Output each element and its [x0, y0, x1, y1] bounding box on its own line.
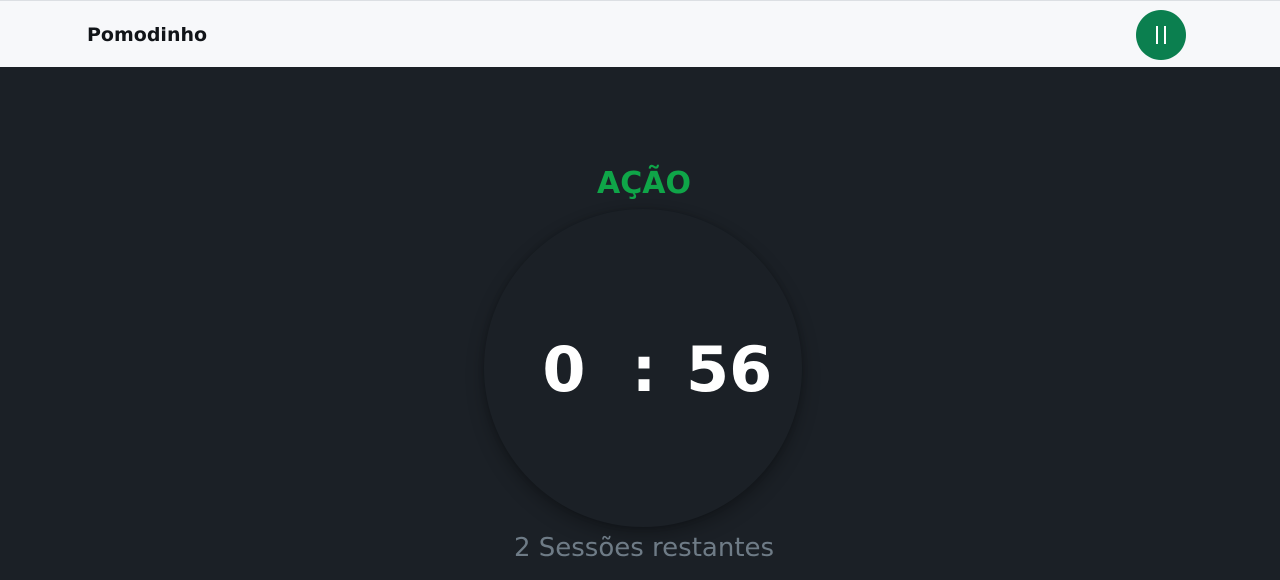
- pause-button[interactable]: [1136, 10, 1186, 60]
- app-brand: Pomodinho: [87, 24, 208, 46]
- timer-minutes: 0: [542, 333, 586, 406]
- top-navbar: Pomodinho: [0, 0, 1280, 67]
- mode-label: AÇÃO: [597, 166, 691, 201]
- sessions-remaining: 2 Sessões restantes: [513, 533, 775, 563]
- pause-icon: [1153, 26, 1169, 44]
- timer-seconds: 56: [686, 333, 773, 406]
- timer-separator: :: [631, 333, 657, 406]
